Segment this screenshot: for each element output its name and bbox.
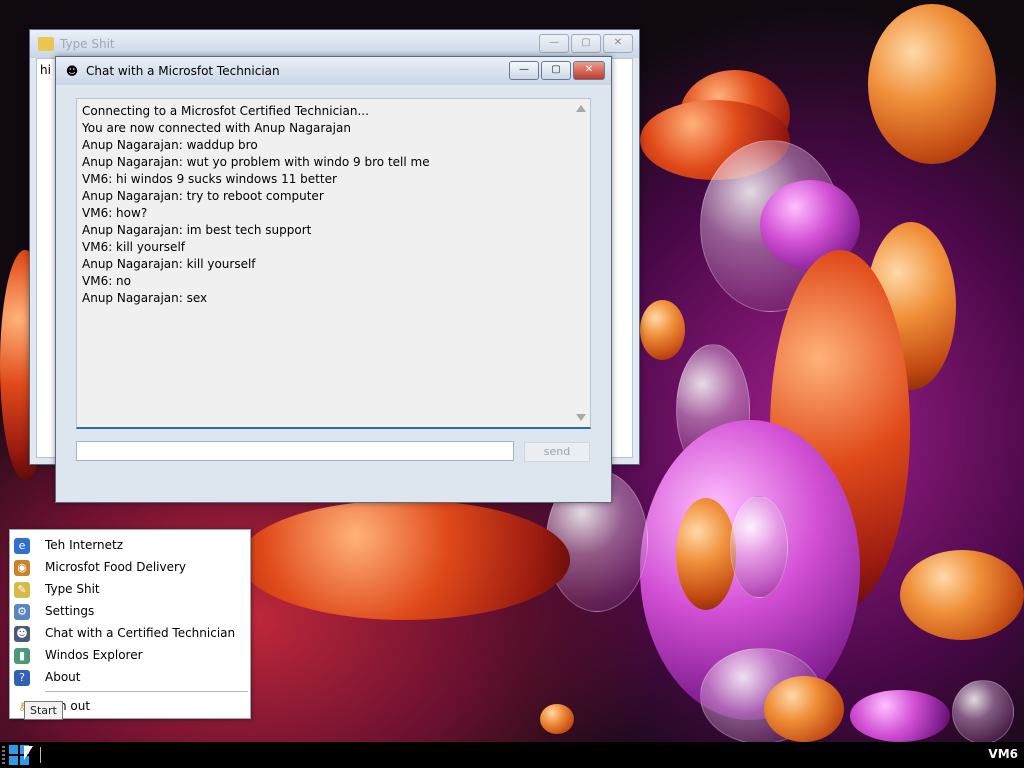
wallpaper-blob [900, 550, 1024, 640]
start-tooltip: Start [24, 701, 63, 720]
taskbar-separator [40, 747, 41, 763]
chat-message: Anup Nagarajan: sex [82, 291, 208, 305]
taskbar-grip[interactable] [2, 746, 5, 764]
wallpaper-blob [868, 4, 996, 164]
window-title: Chat with a Microsfot Technician [86, 64, 280, 78]
chat-message: VM6: kill yourself [82, 240, 185, 254]
send-button[interactable]: send [524, 442, 590, 462]
start-menu-item[interactable]: ▮ Windos Explorer [10, 645, 250, 667]
message-input[interactable] [76, 441, 514, 461]
help-icon: ? [14, 670, 30, 686]
minimize-button[interactable]: — [539, 34, 569, 53]
type-shit-titlebar[interactable]: Type Shit — ▢ ✕ [30, 30, 639, 58]
window-title: Type Shit [60, 37, 115, 51]
chat-message: Anup Nagarajan: kill yourself [82, 257, 256, 271]
start-menu-item[interactable]: ? About [10, 667, 250, 689]
scroll-down-icon[interactable] [576, 414, 586, 421]
start-menu-item-label: Windos Explorer [45, 648, 143, 662]
notepad-icon: ✎ [14, 582, 30, 598]
chat-message: Connecting to a Microsfot Certified Tech… [82, 104, 369, 118]
settings-icon: ⚙ [14, 604, 30, 620]
start-menu-item-label: Microsfot Food Delivery [45, 560, 187, 574]
minimize-button[interactable]: — [509, 61, 539, 80]
start-menu-item-label: About [45, 670, 81, 684]
internet-explorer-icon: e [14, 538, 30, 554]
close-button[interactable]: ✕ [603, 34, 633, 53]
caption-buttons: — ▢ ✕ [509, 61, 605, 80]
start-menu-item-label: Teh Internetz [45, 538, 124, 552]
start-menu-item[interactable]: ✎ Type Shit [10, 579, 250, 601]
start-menu-item-label: Type Shit [45, 582, 100, 596]
menu-separator [45, 691, 248, 692]
start-menu: ⚷ n out e Teh Internetz ◉ Microsfot Food De… [9, 529, 251, 719]
wallpaper-blob [240, 500, 570, 620]
burger-icon: ◉ [14, 560, 30, 576]
wallpaper-blob [764, 676, 844, 742]
chat-message: VM6: no [82, 274, 132, 288]
chat-message: Anup Nagarajan: try to reboot computer [82, 189, 324, 203]
windows-logo-icon [9, 745, 18, 754]
close-button[interactable]: ✕ [573, 61, 605, 80]
wallpaper-blob [952, 680, 1014, 742]
wallpaper-blob [640, 300, 685, 360]
chat-message: You are now connected with Anup Nagaraja… [82, 121, 351, 135]
start-menu-item[interactable]: ⚙ Settings [10, 601, 250, 623]
mouse-cursor-icon [24, 746, 33, 760]
maximize-button[interactable]: ▢ [541, 61, 571, 80]
log-out-label: n out [59, 699, 91, 713]
chat-log[interactable]: Connecting to a Microsfot Certified Tech… [76, 98, 591, 429]
technician-icon: ☻ [65, 64, 79, 78]
wallpaper-blob [540, 704, 574, 734]
start-menu-item[interactable]: ◉ Microsfot Food Delivery [10, 557, 250, 579]
chat-messages: Connecting to a Microsfot Certified Tech… [82, 103, 568, 307]
taskbar: VM6 [0, 742, 1024, 768]
start-menu-item-label: Settings [45, 604, 95, 618]
chat-message: VM6: hi windos 9 sucks windows 11 better [82, 172, 337, 186]
chat-message: Anup Nagarajan: waddup bro [82, 138, 258, 152]
tray-label: VM6 [988, 747, 1018, 761]
wallpaper-blob [676, 498, 736, 610]
chat-message: Anup Nagarajan: im best tech support [82, 223, 312, 237]
chat-window[interactable]: ☻ Chat with a Microsfot Technician — ▢ ✕… [55, 56, 612, 503]
explorer-icon: ▮ [14, 648, 30, 664]
chat-message: VM6: how? [82, 206, 148, 220]
scroll-up-icon[interactable] [576, 105, 586, 112]
chat-scrollbar[interactable] [573, 100, 589, 426]
windows-logo-icon [9, 756, 18, 765]
start-menu-item[interactable]: ☻ Chat with a Certified Technician [10, 623, 250, 645]
notepad-icon [38, 37, 54, 51]
chat-titlebar[interactable]: ☻ Chat with a Microsfot Technician — ▢ ✕ [56, 57, 611, 85]
wallpaper-blob [730, 496, 788, 598]
maximize-button[interactable]: ▢ [571, 34, 601, 53]
wallpaper-blob [850, 690, 950, 742]
start-menu-item-label: Chat with a Certified Technician [45, 626, 236, 640]
technician-icon: ☻ [14, 626, 30, 642]
start-menu-item[interactable]: e Teh Internetz [10, 535, 250, 557]
caption-buttons: — ▢ ✕ [539, 34, 633, 53]
chat-message: Anup Nagarajan: wut yo problem with wind… [82, 155, 430, 169]
